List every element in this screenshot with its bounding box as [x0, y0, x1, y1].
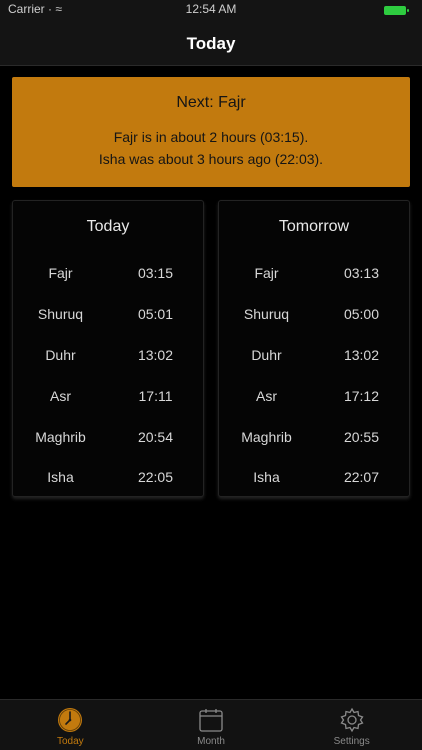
previous-prayer-info: Isha was about 3 hours ago (22:03). — [98, 151, 324, 167]
tab-month-label: Month — [197, 736, 225, 747]
prayer-time: 05:00 — [343, 306, 380, 323]
tomorrow-card-title: Tomorrow — [278, 218, 350, 235]
status-bar: Carrier · ≈ 12:54 AM — [0, 0, 422, 22]
next-prayer-banner: Next: Fajr Fajr is in about 2 hours (03:… — [12, 77, 410, 187]
prayer-name: Shuruq — [243, 306, 290, 323]
tab-settings-label: Settings — [333, 736, 370, 747]
prayer-row: Asr 17:12 — [219, 375, 409, 416]
calendar-icon — [198, 707, 224, 738]
prayer-time: 17:12 — [343, 387, 380, 404]
prayer-time: 22:05 — [137, 469, 174, 486]
prayer-row: Maghrib 20:54 — [13, 416, 203, 457]
prayer-row: Maghrib 20:55 — [219, 416, 409, 457]
prayer-row: Asr 17:11 — [13, 375, 203, 416]
clock-icon — [57, 707, 83, 738]
prayer-row: Isha 22:07 — [219, 457, 409, 498]
prayer-name: Duhr — [251, 346, 282, 363]
prayer-name: Maghrib — [241, 428, 292, 445]
gear-icon — [339, 707, 365, 738]
prayer-name: Maghrib — [35, 428, 86, 445]
prayer-name: Fajr — [48, 265, 73, 282]
next-prayer-countdown: Fajr is in about 2 hours (03:15). — [113, 129, 309, 145]
prayer-row: Duhr 13:02 — [219, 335, 409, 376]
prayer-row: Shuruq 05:00 — [219, 294, 409, 335]
today-card: Today Fajr 03:15 Shuruq 05:01 Duhr 13:02 As… — [12, 200, 204, 497]
prayer-time: 17:11 — [138, 387, 173, 404]
prayer-name: Duhr — [45, 346, 76, 363]
prayer-time: 05:01 — [137, 306, 174, 323]
prayer-time: 03:15 — [137, 265, 174, 282]
prayer-name: Asr — [50, 387, 71, 404]
tab-month[interactable]: Month — [141, 700, 282, 750]
prayer-name: Asr — [256, 387, 277, 404]
tab-settings[interactable]: Settings — [281, 700, 422, 750]
prayer-name: Fajr — [254, 265, 279, 282]
prayer-name: Isha — [47, 469, 74, 486]
prayer-time: 03:13 — [343, 265, 380, 282]
prayer-time: 20:55 — [343, 428, 380, 445]
today-card-title: Today — [86, 218, 130, 235]
prayer-row: Fajr 03:15 — [13, 253, 203, 294]
page-title: Today — [186, 33, 236, 53]
tab-bar: Today Month Settings — [0, 699, 422, 750]
battery-icon — [384, 6, 409, 15]
prayer-row: Isha 22:05 — [13, 457, 203, 498]
screen: Carrier · ≈ 12:54 AM Today Next: Fajr Fa… — [0, 0, 422, 750]
tab-today-label: Today — [56, 736, 84, 747]
prayer-name: Isha — [253, 469, 280, 486]
prayer-time: 20:54 — [137, 428, 174, 445]
next-prayer-title: Next: Fajr — [176, 94, 246, 111]
prayer-row: Shuruq 05:01 — [13, 294, 203, 335]
status-time: 12:54 AM — [185, 2, 237, 16]
prayer-time: 13:02 — [343, 346, 380, 363]
prayer-name: Shuruq — [37, 306, 84, 323]
prayer-row: Duhr 13:02 — [13, 335, 203, 376]
tomorrow-card: Tomorrow Fajr 03:13 Shuruq 05:00 Duhr 13:02… — [218, 200, 410, 497]
navigation-bar: Today — [0, 22, 422, 66]
prayer-time: 13:02 — [137, 346, 174, 363]
prayer-row: Fajr 03:13 — [219, 253, 409, 294]
prayer-time: 22:07 — [343, 469, 380, 486]
tab-today[interactable]: Today — [0, 700, 141, 750]
